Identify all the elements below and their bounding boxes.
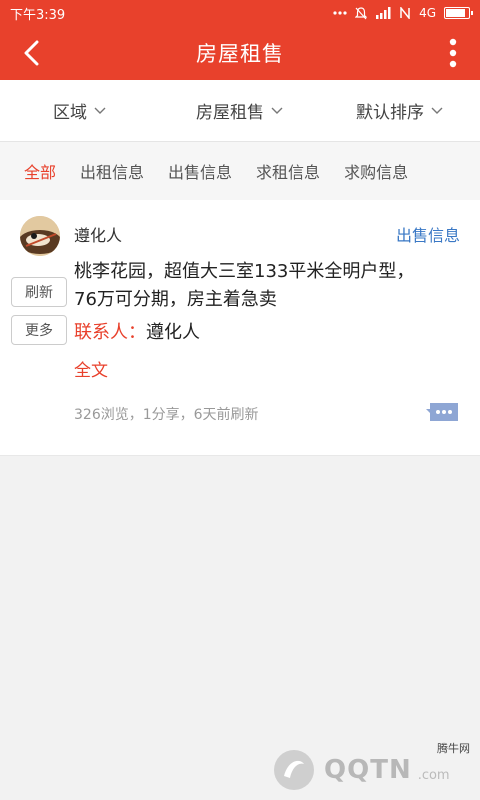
signal-icon	[376, 7, 391, 19]
watermark: QQTN .com 腾牛网	[270, 740, 480, 800]
avatar-image	[20, 216, 60, 256]
filter-bar: 区域 房屋租售 默认排序	[0, 80, 480, 142]
filter-sort[interactable]: 默认排序	[320, 80, 480, 141]
watermark-logo-icon	[274, 750, 314, 790]
nav-bar: 房屋租售	[0, 26, 480, 80]
status-time: 下午3:39	[10, 7, 66, 23]
more-dots-icon	[333, 11, 347, 15]
tab-want-buy[interactable]: 求购信息	[332, 159, 420, 183]
post-card[interactable]: 遵化人 出售信息 刷新 更多 桃李花园，超值大三室133平米全明户型， 76万可…	[0, 200, 480, 456]
tab-all[interactable]: 全部	[0, 159, 68, 183]
refresh-button[interactable]: 刷新	[11, 277, 67, 307]
status-icons: 4G	[333, 6, 473, 20]
comment-icon	[426, 403, 458, 421]
filter-region[interactable]: 区域	[0, 80, 160, 141]
network-type: 4G	[419, 6, 436, 20]
page-title: 房屋租售	[196, 42, 284, 66]
post-category[interactable]: 出售信息	[396, 222, 460, 246]
chevron-down-icon	[271, 107, 283, 114]
chevron-down-icon	[94, 107, 106, 114]
more-button[interactable]: 更多	[11, 315, 67, 345]
contact-row: 联系人：遵化人	[74, 318, 200, 344]
back-button[interactable]	[12, 34, 50, 72]
chevron-left-icon	[24, 40, 39, 66]
post-author[interactable]: 遵化人	[74, 222, 122, 246]
avatar[interactable]	[20, 216, 60, 256]
tab-rent-out[interactable]: 出租信息	[68, 159, 156, 183]
filter-type-label: 房屋租售	[196, 103, 264, 123]
comment-button[interactable]	[426, 401, 460, 425]
contact-name: 遵化人	[146, 322, 200, 343]
tab-want-rent[interactable]: 求租信息	[244, 159, 332, 183]
filter-region-label: 区域	[53, 103, 87, 123]
battery-fill	[446, 9, 465, 17]
vertical-dots-icon	[449, 38, 457, 68]
battery-icon	[444, 7, 473, 19]
nfc-signal-icon	[400, 7, 410, 19]
category-tabs: 全部 出租信息 出售信息 求租信息 求购信息	[0, 142, 480, 200]
contact-label: 联系人：	[74, 322, 146, 343]
filter-type[interactable]: 房屋租售	[160, 80, 320, 141]
chevron-down-icon	[431, 107, 443, 114]
post-content: 桃李花园，超值大三室133平米全明户型， 76万可分期，房主着急卖	[74, 258, 464, 314]
fulltext-link[interactable]: 全文	[74, 356, 108, 381]
watermark-small: 腾牛网	[437, 742, 470, 755]
filter-sort-label: 默认排序	[356, 103, 424, 123]
status-bar: 下午3:39 4G	[0, 0, 480, 26]
post-content-line: 桃李花园，超值大三室133平米全明户型，	[74, 261, 415, 282]
overflow-menu-button[interactable]	[438, 34, 468, 72]
watermark-brand: QQTN	[324, 755, 412, 785]
tab-for-sale[interactable]: 出售信息	[156, 159, 244, 183]
watermark-domain: .com	[417, 767, 450, 783]
post-stats: 326浏览，1分享，6天前刷新	[74, 407, 259, 423]
mute-bell-icon	[355, 6, 368, 19]
post-content-line: 76万可分期，房主着急卖	[74, 289, 277, 310]
